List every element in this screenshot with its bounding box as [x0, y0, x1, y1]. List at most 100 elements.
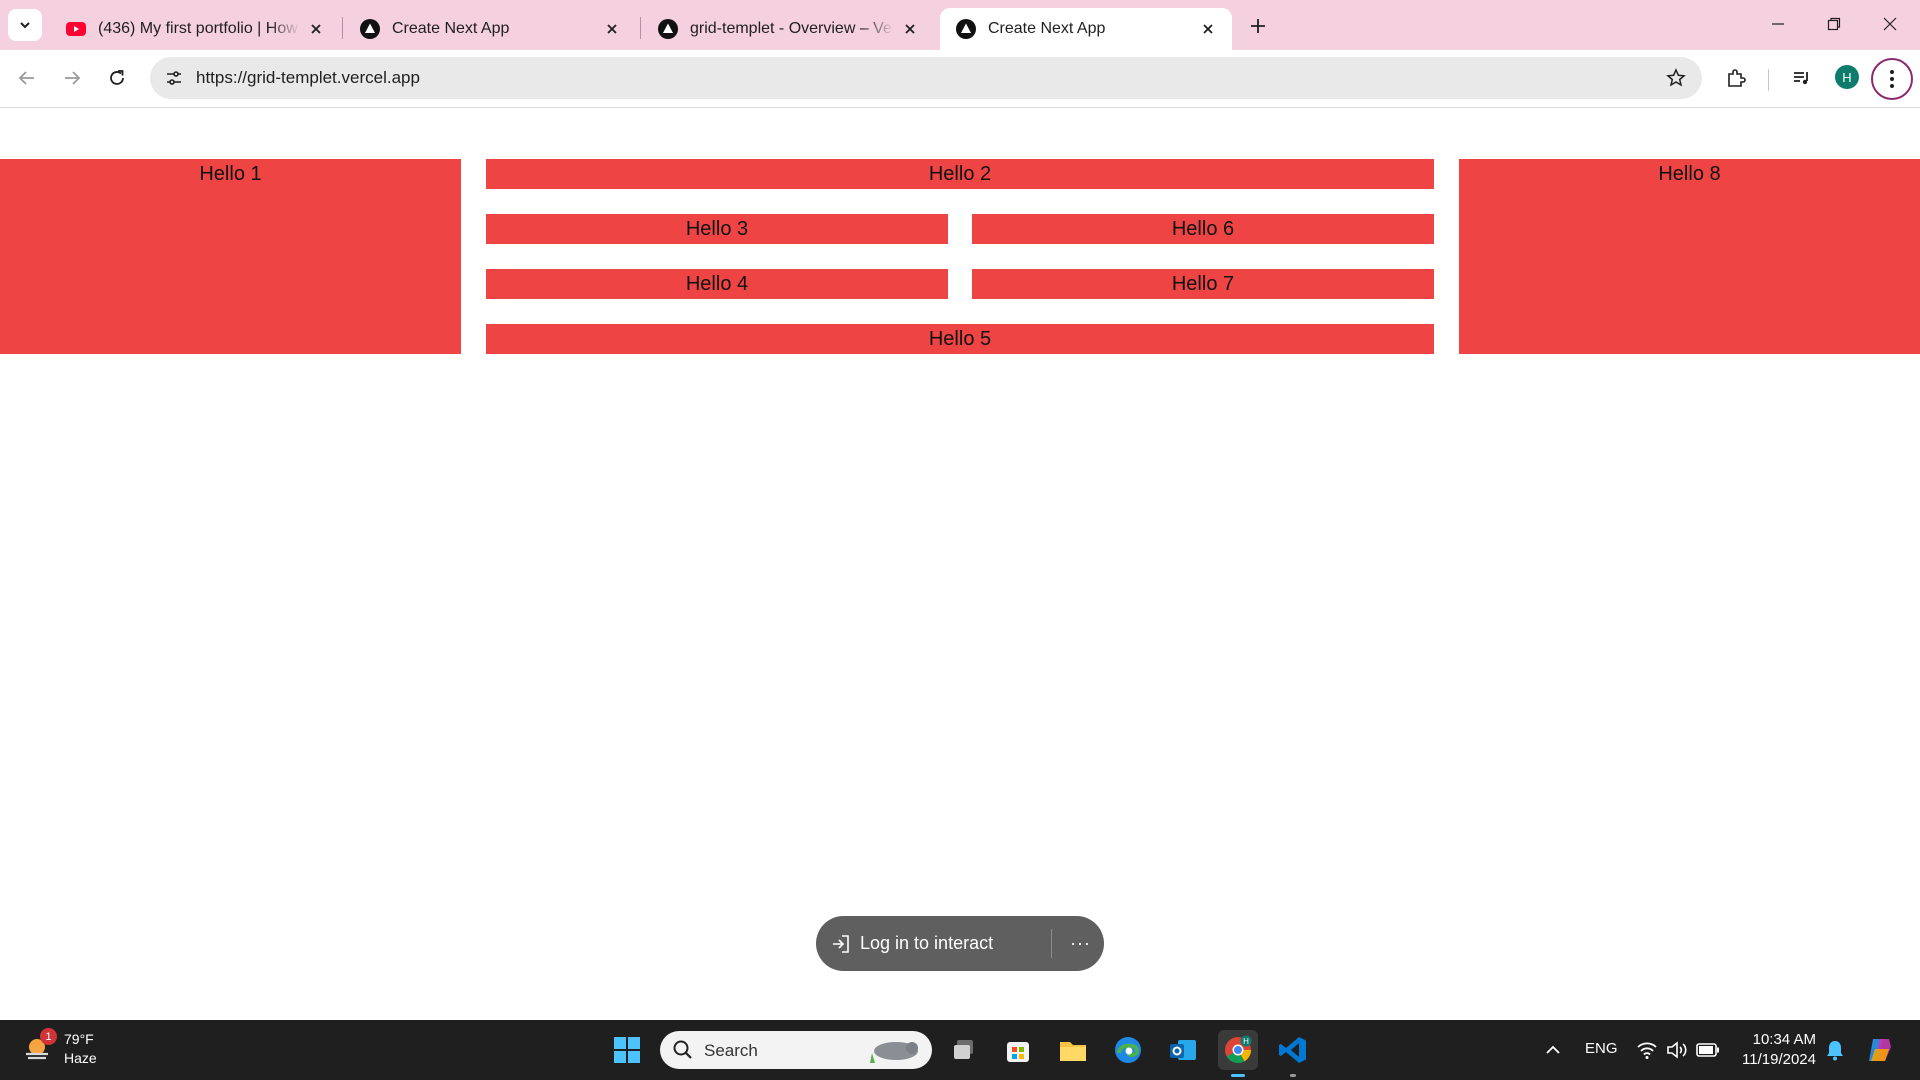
tab-vercel-overview[interactable]: grid-templet - Overview – Vercel	[642, 8, 934, 50]
vercel-triangle-icon	[956, 19, 976, 39]
close-icon	[1883, 17, 1897, 31]
svg-text:H: H	[1243, 1037, 1249, 1046]
vercel-triangle-icon	[360, 19, 380, 39]
youtube-icon	[66, 19, 86, 39]
media-controls-button[interactable]	[1786, 62, 1818, 94]
arrow-right-icon	[65, 71, 81, 85]
close-icon[interactable]	[1198, 19, 1218, 39]
browser-menu-button[interactable]	[1871, 58, 1913, 100]
show-hidden-icons-button[interactable]	[1533, 1030, 1573, 1070]
plus-icon	[1251, 19, 1265, 33]
chevron-down-icon	[20, 22, 30, 29]
clock-date: 11/19/2024	[1742, 1051, 1816, 1068]
grid-box-4: Hello 4	[486, 269, 948, 299]
tab-title: (436) My first portfolio | How to	[98, 20, 300, 37]
login-to-interact-button[interactable]: Log in to interact	[830, 916, 993, 971]
bookmark-star-icon[interactable]	[1664, 66, 1688, 90]
grid-box-3: Hello 3	[486, 214, 948, 244]
sign-in-icon	[833, 934, 849, 953]
wifi-icon	[1637, 1042, 1657, 1059]
tab-title: Create Next App	[392, 20, 510, 37]
speaker-icon	[1667, 1041, 1687, 1059]
more-options-button[interactable]: ···	[1070, 916, 1091, 971]
grid-box-5: Hello 5	[486, 324, 1434, 354]
playlist-icon	[1794, 72, 1808, 85]
minimize-button[interactable]	[1750, 0, 1806, 48]
reload-icon	[110, 70, 124, 85]
grid-box-7: Hello 7	[972, 269, 1434, 299]
weather-widget[interactable]: 1 79°F Haze	[22, 1028, 97, 1068]
microsoft-store-button[interactable]	[998, 1030, 1038, 1070]
back-button[interactable]	[9, 60, 45, 96]
vscode-icon	[1279, 1037, 1306, 1063]
tab-search-button[interactable]	[8, 9, 42, 41]
notifications-button[interactable]	[1815, 1030, 1855, 1070]
tab-create-next-app-active[interactable]: Create Next App	[940, 8, 1232, 50]
weather-temp: 79°F	[64, 1031, 94, 1047]
login-label: Log in to interact	[860, 933, 994, 953]
forward-button[interactable]	[54, 60, 90, 96]
language-indicator[interactable]: ENG	[1585, 1040, 1618, 1057]
copilot-icon	[1869, 1039, 1891, 1061]
grid-box-8: Hello 8	[1459, 159, 1920, 354]
search-highlight-manatee-icon	[870, 1042, 918, 1063]
chrome-icon: H	[1225, 1035, 1252, 1064]
task-view-icon	[954, 1040, 973, 1059]
vscode-button[interactable]	[1273, 1030, 1313, 1070]
windows-logo-icon	[614, 1037, 640, 1063]
toolbar-separator	[1768, 69, 1769, 91]
close-icon[interactable]	[306, 19, 326, 39]
tab-title: Create Next App	[988, 20, 1106, 37]
search-icon	[673, 1040, 692, 1059]
minimize-icon	[1772, 23, 1784, 25]
clock[interactable]: 10:34 AM 11/19/2024	[1730, 1030, 1816, 1070]
battery-icon	[1696, 1043, 1719, 1057]
taskbar-search[interactable]: Search	[660, 1031, 932, 1069]
tab-strip: (436) My first portfolio | How to Create…	[0, 0, 1920, 50]
vercel-triangle-icon	[658, 19, 678, 39]
restore-button[interactable]	[1806, 0, 1862, 48]
chevron-up-icon	[1546, 1045, 1560, 1054]
weather-condition: Haze	[64, 1050, 97, 1066]
url-text: https://grid-templet.vercel.app	[196, 68, 420, 87]
window-close-button[interactable]	[1862, 0, 1918, 48]
copilot-button[interactable]	[1860, 1030, 1900, 1070]
bell-icon	[1827, 1041, 1843, 1061]
close-icon[interactable]	[602, 19, 622, 39]
outlook-icon	[1170, 1040, 1196, 1060]
store-icon	[1007, 1042, 1029, 1062]
new-tab-button[interactable]	[1244, 12, 1272, 40]
grid-box-1: Hello 1	[0, 159, 461, 354]
reload-button[interactable]	[99, 60, 135, 96]
arrow-left-icon	[18, 71, 34, 85]
browser-toolbar: https://grid-templet.vercel.app	[0, 50, 1920, 108]
start-button[interactable]	[607, 1030, 647, 1070]
site-settings-icon[interactable]	[162, 66, 186, 90]
edge-button[interactable]	[1108, 1030, 1148, 1070]
extensions-button[interactable]	[1720, 62, 1752, 94]
address-bar[interactable]: https://grid-templet.vercel.app	[150, 57, 1702, 99]
outlook-button[interactable]	[1163, 1030, 1203, 1070]
tab-separator	[342, 17, 343, 39]
task-view-button[interactable]	[944, 1030, 984, 1070]
web-page: Hello 1 Hello 2 Hello 3 Hello 6 Hello 4 …	[0, 109, 1920, 1020]
close-icon[interactable]	[900, 19, 920, 39]
profile-avatar[interactable]: H	[1835, 65, 1859, 89]
restore-icon	[1827, 17, 1841, 31]
folder-icon	[1060, 1042, 1086, 1061]
search-placeholder: Search	[704, 1041, 758, 1060]
more-vertical-icon	[1890, 70, 1894, 88]
clock-time: 10:34 AM	[1752, 1031, 1816, 1048]
chrome-running-indicator	[1231, 1074, 1245, 1077]
chrome-button[interactable]: H	[1218, 1030, 1258, 1070]
tab-separator	[640, 17, 641, 39]
login-overlay-pill: Log in to interact ···	[816, 916, 1104, 971]
grid-box-6: Hello 6	[972, 214, 1434, 244]
windows-taskbar: 1 79°F Haze Search H ENG 10:34 AM 11/19/…	[0, 1020, 1920, 1080]
file-explorer-button[interactable]	[1053, 1030, 1093, 1070]
tab-create-next-app[interactable]: Create Next App	[344, 8, 636, 50]
tab-title: grid-templet - Overview – Vercel	[690, 20, 894, 37]
grid-box-2: Hello 2	[486, 159, 1434, 189]
tab-youtube[interactable]: (436) My first portfolio | How to	[50, 8, 340, 50]
battery-button[interactable]	[1688, 1030, 1728, 1070]
